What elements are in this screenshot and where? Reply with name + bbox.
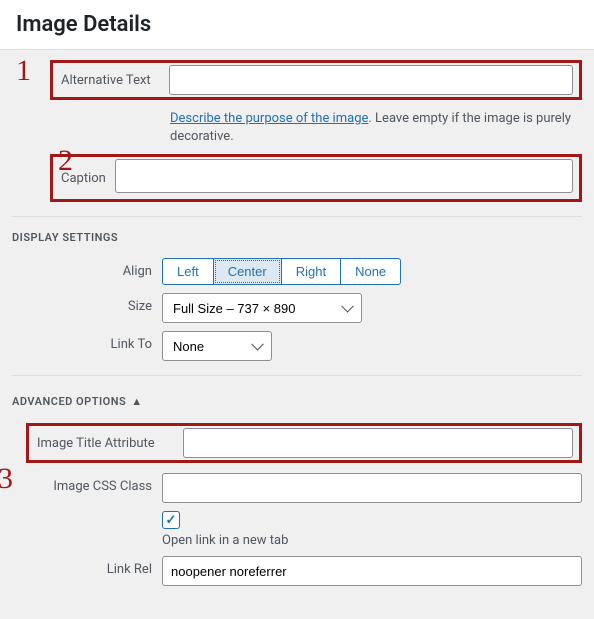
linkrel-input[interactable] (162, 556, 582, 586)
align-center-button[interactable]: Center (213, 258, 282, 285)
chevron-up-icon: ▲ (131, 395, 142, 408)
css-class-input[interactable] (162, 473, 582, 503)
alt-help-link[interactable]: Describe the purpose of the image (170, 111, 368, 126)
alt-text-label: Alternative Text (55, 73, 169, 88)
linkrel-label: Link Rel (12, 556, 162, 577)
modal-header: Image Details (0, 0, 594, 50)
annotation-marker-1: 1 (16, 56, 31, 86)
title-attr-label: Image Title Attribute (31, 436, 183, 451)
advanced-options-toggle[interactable]: ADVANCED OPTIONS ▲ (12, 395, 143, 408)
align-button-group: Left Center Right None (162, 258, 582, 285)
linkto-label: Link To (12, 331, 162, 352)
css-class-label: Image CSS Class (12, 473, 162, 494)
linkto-select[interactable]: None (162, 331, 272, 361)
newtab-label: Open link in a new tab (162, 533, 582, 548)
highlight-title-attr: Image Title Attribute (26, 423, 582, 463)
title-attr-input[interactable] (183, 428, 573, 458)
align-left-button[interactable]: Left (162, 258, 214, 285)
highlight-alt-text: Alternative Text (50, 60, 582, 100)
size-label: Size (12, 293, 162, 314)
align-right-button[interactable]: Right (281, 258, 341, 285)
alt-text-input[interactable] (169, 65, 573, 95)
display-settings-heading: DISPLAY SETTINGS (12, 231, 582, 244)
annotation-marker-3: 3 (0, 464, 13, 494)
align-none-button[interactable]: None (340, 258, 401, 285)
highlight-caption: Caption (50, 154, 582, 202)
newtab-checkbox[interactable]: ✓ (162, 511, 180, 529)
page-title: Image Details (16, 12, 578, 37)
caption-input[interactable] (115, 159, 573, 193)
size-select[interactable]: Full Size – 737 × 890 (162, 293, 362, 323)
alt-text-help: Describe the purpose of the image. Leave… (170, 110, 582, 146)
caption-label: Caption (55, 171, 115, 186)
align-label: Align (12, 258, 162, 279)
